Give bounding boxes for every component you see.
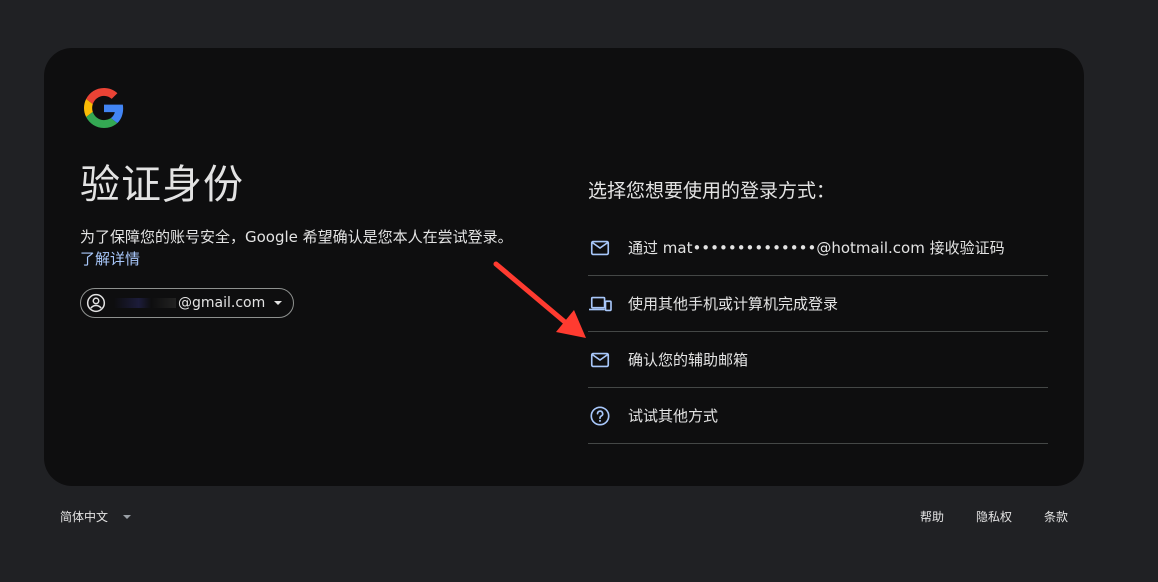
account-circle-icon bbox=[86, 293, 106, 313]
footer: 简体中文 帮助 隐私权 条款 bbox=[44, 500, 1084, 536]
challenge-options-panel: 选择您想要使用的登录方式： 通过 mat••••••••••••••@hotma… bbox=[588, 176, 1048, 444]
option-recovery-email[interactable]: 确认您的辅助邮箱 bbox=[588, 332, 1048, 388]
footer-links: 帮助 隐私权 条款 bbox=[920, 508, 1068, 525]
language-label: 简体中文 bbox=[60, 510, 109, 524]
option-try-another-way[interactable]: 试试其他方式 bbox=[588, 388, 1048, 444]
devices-icon bbox=[588, 292, 612, 316]
options-heading: 选择您想要使用的登录方式： bbox=[588, 180, 836, 202]
option-label: 试试其他方式 bbox=[628, 407, 719, 425]
option-label: 使用其他手机或计算机完成登录 bbox=[628, 295, 839, 313]
help-link[interactable]: 帮助 bbox=[920, 508, 944, 525]
redacted-email-prefix bbox=[114, 298, 176, 308]
privacy-link[interactable]: 隐私权 bbox=[976, 508, 1012, 525]
chevron-down-icon bbox=[274, 301, 283, 305]
terms-link[interactable]: 条款 bbox=[1044, 508, 1068, 525]
page-title: 验证身份 bbox=[80, 162, 244, 208]
google-logo-icon bbox=[84, 88, 124, 128]
account-email: @gmail.com bbox=[114, 295, 265, 311]
description-text: 为了保障您的账号安全，Google 希望确认是您本人在尝试登录。 bbox=[80, 228, 513, 246]
account-email-suffix: @gmail.com bbox=[178, 295, 266, 311]
signin-card: 验证身份 为了保障您的账号安全，Google 希望确认是您本人在尝试登录。 了解… bbox=[44, 48, 1084, 486]
chevron-down-icon bbox=[123, 514, 132, 519]
help-circle-icon bbox=[588, 404, 612, 428]
mail-icon bbox=[588, 236, 612, 260]
option-label: 确认您的辅助邮箱 bbox=[628, 351, 749, 369]
option-label: 通过 mat••••••••••••••@hotmail.com 接收验证码 bbox=[628, 239, 1005, 257]
mail-icon bbox=[588, 348, 612, 372]
option-other-device[interactable]: 使用其他手机或计算机完成登录 bbox=[588, 276, 1048, 332]
language-selector[interactable]: 简体中文 bbox=[60, 508, 132, 525]
account-chip[interactable]: @gmail.com bbox=[80, 288, 295, 318]
page-description: 为了保障您的账号安全，Google 希望确认是您本人在尝试登录。 了解详情 bbox=[80, 226, 550, 270]
learn-more-link[interactable]: 了解详情 bbox=[80, 250, 140, 268]
option-email-code[interactable]: 通过 mat••••••••••••••@hotmail.com 接收验证码 bbox=[588, 220, 1048, 276]
